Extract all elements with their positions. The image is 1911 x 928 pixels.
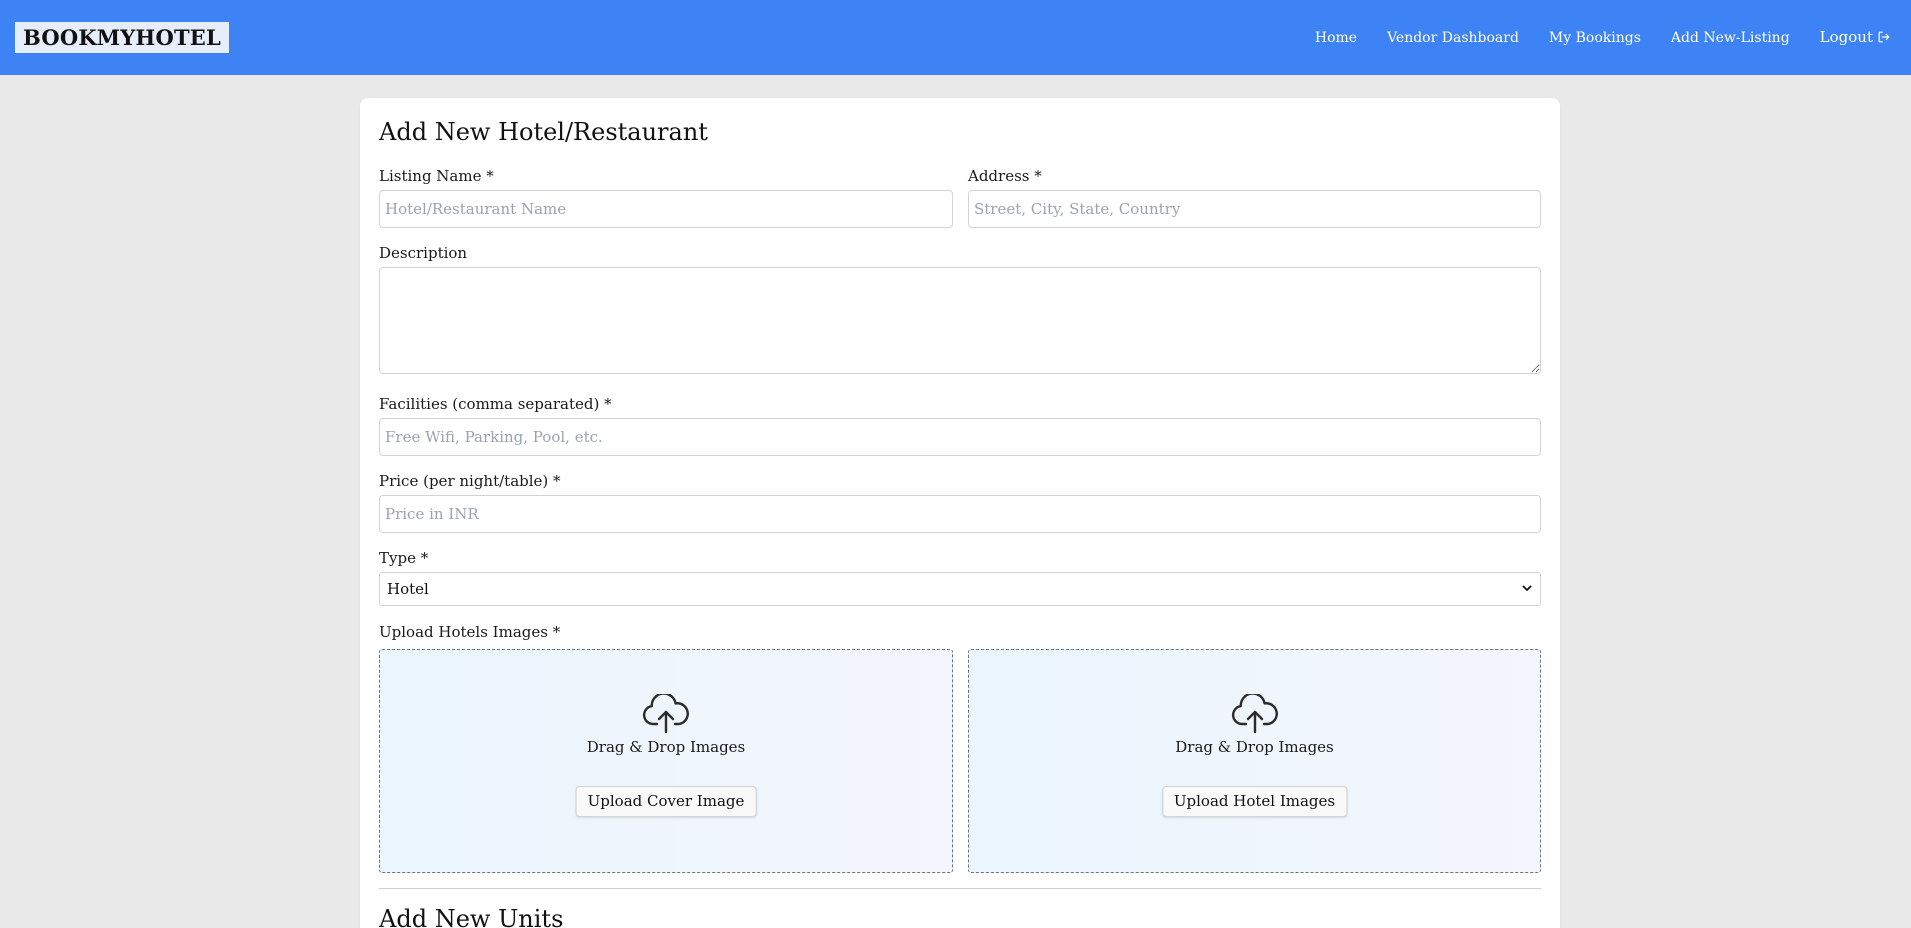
type-select-value: Hotel: [387, 580, 429, 598]
cover-dropzone-text: Drag & Drop Images: [586, 738, 746, 756]
site-logo[interactable]: BOOKMYHOTEL: [15, 22, 229, 53]
add-listing-card: Add New Hotel/Restaurant Listing Name * …: [360, 98, 1560, 928]
address-input[interactable]: [968, 190, 1541, 228]
upload-images-label: Upload Hotels Images *: [379, 623, 561, 641]
nav-links: Home Vendor Dashboard My Bookings Add Ne…: [1315, 0, 1891, 75]
page-title: Add New Hotel/Restaurant: [379, 118, 708, 146]
price-input[interactable]: [379, 495, 1541, 533]
chevron-down-icon: [1521, 580, 1533, 598]
listing-name-label: Listing Name *: [379, 167, 494, 185]
nav-home-link[interactable]: Home: [1315, 30, 1357, 46]
top-navbar: BOOKMYHOTEL Home Vendor Dashboard My Boo…: [0, 0, 1911, 75]
facilities-label: Facilities (comma separated) *: [379, 395, 612, 413]
description-textarea[interactable]: [379, 267, 1541, 374]
description-label: Description: [379, 244, 468, 262]
listing-name-input[interactable]: [379, 190, 953, 228]
cloud-upload-icon: [642, 692, 690, 738]
hotel-dropzone-text: Drag & Drop Images: [1175, 738, 1334, 756]
cover-image-dropzone[interactable]: Drag & Drop Images Upload Cover Image: [379, 649, 953, 873]
add-new-units-title: Add New Units: [379, 905, 564, 928]
upload-hotel-images-button[interactable]: Upload Hotel Images: [1161, 786, 1348, 817]
type-select[interactable]: Hotel: [379, 572, 1541, 606]
cloud-upload-icon: [1231, 692, 1279, 738]
logout-label: Logout: [1819, 27, 1873, 46]
nav-vendor-dashboard-link[interactable]: Vendor Dashboard: [1387, 30, 1519, 46]
facilities-input[interactable]: [379, 418, 1541, 456]
nav-my-bookings-link[interactable]: My Bookings: [1549, 30, 1641, 46]
price-label: Price (per night/table) *: [379, 472, 561, 490]
logout-button[interactable]: Logout: [1820, 28, 1891, 46]
logout-icon: [1877, 30, 1891, 44]
upload-cover-image-button[interactable]: Upload Cover Image: [575, 786, 757, 817]
address-label: Address *: [968, 167, 1042, 185]
type-label: Type *: [379, 549, 429, 567]
hotel-images-dropzone[interactable]: Drag & Drop Images Upload Hotel Images: [968, 649, 1541, 873]
nav-add-new-listing-link[interactable]: Add New-Listing: [1671, 30, 1790, 46]
section-divider: [379, 888, 1541, 889]
